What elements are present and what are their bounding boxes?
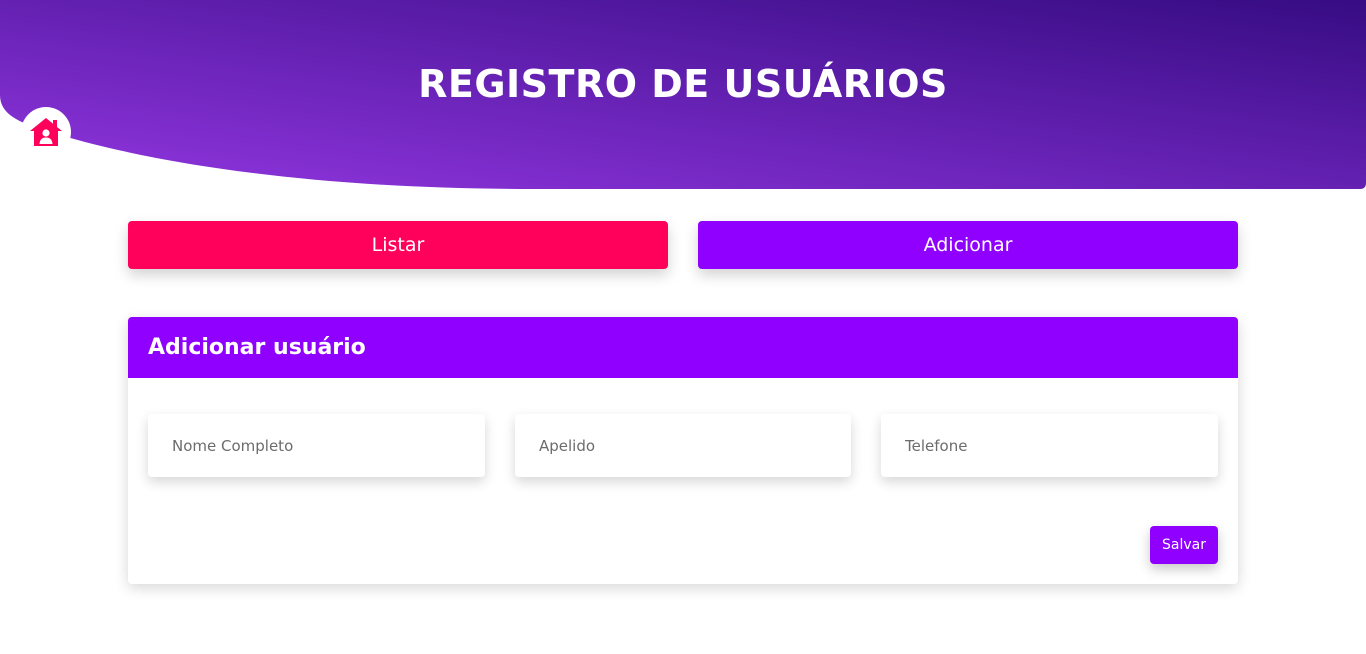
full-name-field-wrapper [148, 414, 485, 477]
list-button[interactable]: Listar [128, 221, 668, 269]
add-button[interactable]: Adicionar [698, 221, 1238, 269]
home-user-icon [30, 118, 62, 146]
full-name-input[interactable] [148, 414, 485, 477]
home-button[interactable] [21, 107, 71, 157]
header-banner: REGISTRO DE USUÁRIOS [0, 0, 1366, 189]
action-buttons: Listar Adicionar [128, 221, 1238, 269]
add-user-card: Adicionar usuário Salvar [128, 317, 1238, 584]
form-fields [148, 414, 1218, 477]
save-button[interactable]: Salvar [1150, 526, 1218, 564]
card-title: Adicionar usuário [128, 317, 1238, 378]
phone-field-wrapper [881, 414, 1218, 477]
page-title: REGISTRO DE USUÁRIOS [418, 62, 948, 106]
nickname-input[interactable] [515, 414, 851, 477]
phone-input[interactable] [881, 414, 1218, 477]
nickname-field-wrapper [515, 414, 851, 477]
